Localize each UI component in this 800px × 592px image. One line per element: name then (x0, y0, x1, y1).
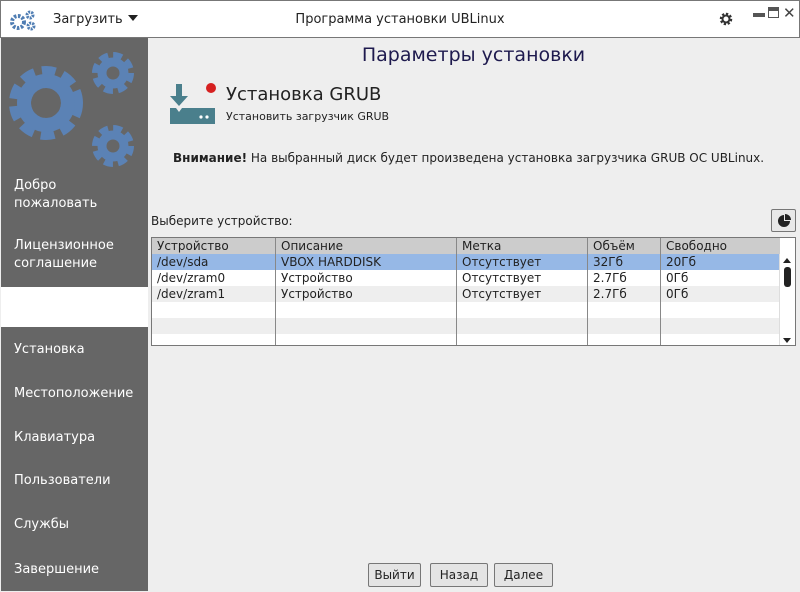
cell: 20Гб (666, 255, 696, 269)
cell: /dev/zram1 (152, 286, 276, 302)
warning-message: На выбранный диск будет произведена уста… (247, 151, 765, 165)
title-bar: Загрузить Программа установки UBLinux ✕ (0, 0, 800, 38)
sidebar-item-selected[interactable] (1, 287, 148, 327)
settings-gear-icon[interactable] (719, 12, 733, 26)
scroll-thumb[interactable] (784, 267, 791, 287)
window-title: Программа установки UBLinux (295, 12, 505, 27)
sidebar-item-services[interactable]: Службы (1, 516, 148, 534)
table-row[interactable]: /dev/zram1 Устройство Отсутствует 2.7Гб 0Гб (152, 286, 780, 302)
cell: 2.7Гб (588, 270, 661, 286)
device-table[interactable]: Устройство Описание Метка Объём Свободно… (151, 237, 796, 346)
sidebar-item-users[interactable]: Пользователи (1, 472, 148, 490)
table-row[interactable]: /dev/zram0 Устройство Отсутствует 2.7Гб 0Гб (152, 270, 780, 286)
section-subheading: Установить загрузчик GRUB (226, 110, 390, 123)
column-header-size[interactable]: Объём (588, 238, 661, 254)
cell: /dev/zram0 (152, 270, 276, 286)
sidebar-gears-logo-icon (9, 52, 134, 167)
cell: 32Гб (588, 254, 661, 270)
cell: Отсутствует (457, 270, 588, 286)
empty-row (152, 318, 780, 334)
warning-label: Внимание! (173, 151, 248, 165)
page-title: Параметры установки (361, 44, 586, 66)
cell: Отсутствует (457, 254, 588, 270)
cell: Устройство (276, 270, 457, 286)
next-button[interactable]: Далее (494, 563, 553, 587)
sidebar-item-location[interactable]: Местоположение (1, 385, 148, 403)
quit-button[interactable]: Выйти (368, 563, 421, 587)
column-header-free[interactable]: Свободно (661, 238, 780, 254)
cell: 2.7Гб (588, 286, 661, 302)
empty-row (152, 302, 780, 318)
table-row-selected[interactable]: /dev/sda VBOX HARDDISK Отсутствует 32Гб 20Гб (152, 254, 780, 270)
sidebar-item-install[interactable]: Установка (1, 341, 148, 359)
disk-usage-button[interactable] (771, 209, 796, 232)
minimize-button[interactable] (753, 13, 765, 17)
empty-row (152, 334, 780, 345)
sidebar-item-welcome[interactable]: Добро пожаловать (1, 177, 111, 213)
cell: /dev/sda (152, 254, 276, 270)
cell: VBOX HARDDISK (276, 254, 457, 270)
sidebar-item-keyboard[interactable]: Клавиатура (1, 429, 148, 447)
device-select-label: Выберите устройство: (151, 214, 293, 228)
sidebar: Добро пожаловать Лицензионное соглашение… (1, 38, 148, 591)
section-heading: Установка GRUB (226, 84, 382, 105)
sidebar-item-finish[interactable]: Завершение (1, 561, 148, 579)
warning-text: Внимание! На выбранный диск будет произв… (173, 151, 764, 165)
sidebar-item-license[interactable]: Лицензионное соглашение (1, 237, 114, 273)
pie-chart-icon (777, 213, 791, 227)
column-header-description[interactable]: Описание (276, 238, 457, 254)
scroll-up-icon[interactable] (783, 258, 791, 263)
cell: Устройство (276, 286, 457, 302)
maximize-button[interactable] (768, 7, 779, 18)
main-panel: Параметры установки Установка GRUB Устан… (148, 38, 799, 591)
cell: 0Гб (666, 287, 689, 301)
back-button[interactable]: Назад (430, 563, 488, 587)
cell: 0Гб (666, 271, 689, 285)
column-header-label[interactable]: Метка (457, 238, 588, 254)
cell: Отсутствует (457, 286, 588, 302)
close-button[interactable]: ✕ (783, 4, 796, 22)
table-header: Устройство Описание Метка Объём Свободно (152, 238, 780, 254)
scroll-down-icon[interactable] (783, 338, 791, 343)
vertical-scrollbar[interactable] (779, 254, 795, 345)
grub-download-icon (170, 83, 216, 124)
column-header-device[interactable]: Устройство (152, 238, 276, 254)
